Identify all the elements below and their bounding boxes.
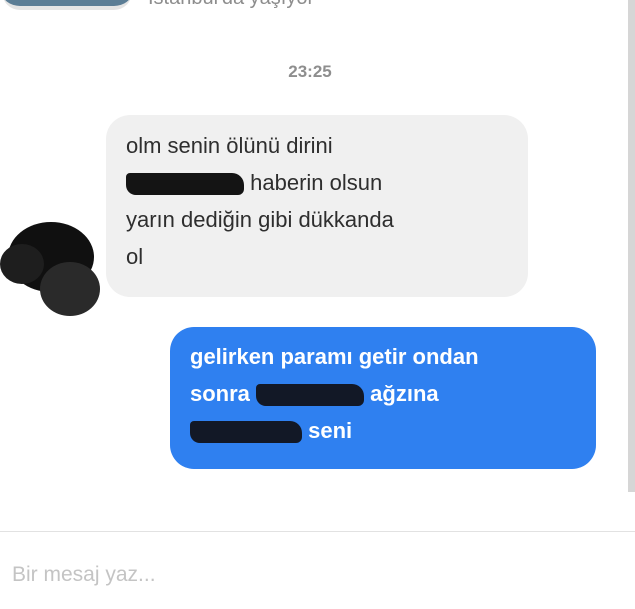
messenger-chat-window: İstanbul'da yaşıyor 23:25 olm senin ölün… bbox=[0, 0, 635, 609]
contact-location: İstanbul'da yaşıyor bbox=[148, 0, 314, 10]
message-text: seni bbox=[308, 418, 353, 443]
message-text: sonra bbox=[190, 381, 250, 406]
message-line: gelirken paramı getir ondan bbox=[190, 344, 479, 369]
message-timestamp: 23:25 bbox=[288, 62, 332, 81]
redaction-mark bbox=[126, 173, 244, 196]
redaction-mark bbox=[190, 421, 302, 444]
redaction-mark bbox=[256, 384, 365, 407]
outgoing-message-bubble[interactable]: gelirken paramı getir ondan sonra ağzına… bbox=[170, 327, 596, 469]
message-line: seni bbox=[190, 412, 596, 449]
message-line: haberin olsun bbox=[126, 164, 528, 201]
message-line: ol bbox=[126, 244, 144, 269]
scrollbar[interactable] bbox=[628, 0, 635, 492]
incoming-message-bubble[interactable]: olm senin ölünü dirini haberin olsun yar… bbox=[106, 115, 528, 297]
contact-avatar[interactable] bbox=[2, 0, 132, 10]
message-line: sonra ağzına bbox=[190, 375, 596, 412]
message-text: ağzına bbox=[370, 381, 439, 406]
message-text: haberin olsun bbox=[250, 170, 383, 195]
message-composer bbox=[0, 531, 635, 609]
sender-avatar-redacted[interactable] bbox=[0, 218, 100, 318]
message-input[interactable] bbox=[8, 558, 616, 592]
message-line: yarın dediğin gibi dükkanda bbox=[126, 207, 394, 232]
message-line: olm senin ölünü dirini bbox=[126, 133, 333, 158]
conversation-header: İstanbul'da yaşıyor bbox=[0, 0, 600, 16]
